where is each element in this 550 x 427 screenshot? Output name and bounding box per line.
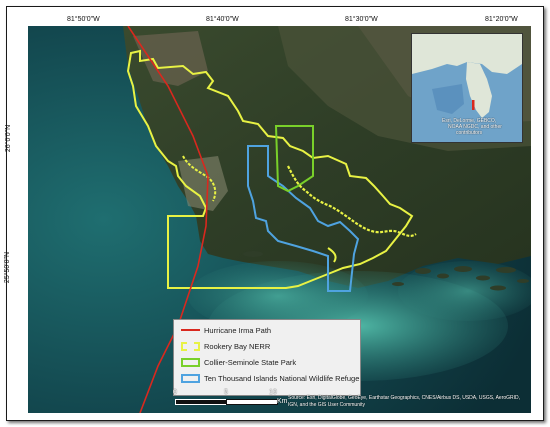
scale-tick-label: 0: [173, 389, 177, 396]
scale-unit-label: Km: [277, 398, 288, 405]
legend-label: Hurricane Irma Path: [204, 325, 272, 335]
scale-segment: [226, 399, 278, 405]
inset-credit-line: contributors: [456, 130, 483, 136]
latitude-label: 25°50'0"N: [4, 251, 12, 284]
map-legend: Hurricane Irma Path Rookery Bay NERR Col…: [173, 319, 361, 396]
box-swatch-icon: [181, 357, 200, 367]
map-figure: 81°50'0"W 81°40'0"W 81°30'0"W 81°20'0"W …: [4, 6, 544, 421]
scale-segment: [175, 399, 227, 405]
line-swatch-icon: [181, 329, 200, 331]
latitude-label: 26°0'0"N: [5, 124, 13, 153]
scale-bar: 0 5 10 Km: [173, 389, 288, 409]
longitude-label: 81°20'0"W: [485, 16, 518, 23]
legend-item-ten-thousand-islands: Ten Thousand Islands National Wildlife R…: [181, 371, 359, 385]
legend-label: Collier-Seminole State Park: [204, 357, 297, 367]
legend-label: Rookery Bay NERR: [204, 341, 271, 351]
box-swatch-icon: [181, 373, 200, 383]
longitude-label: 81°30'0"W: [345, 16, 378, 23]
legend-item-hurricane-path: Hurricane Irma Path: [181, 323, 271, 337]
legend-item-collier-seminole: Collier-Seminole State Park: [181, 355, 296, 369]
satellite-map[interactable]: Esri, DeLorme, GEBCO, NOAA NGDC, and oth…: [28, 26, 531, 413]
basemap-credits: Source: Esri, DigitalGlobe, GeoEye, Eart…: [288, 395, 521, 408]
scale-tick-label: 5: [224, 389, 228, 396]
locator-inset-map[interactable]: Esri, DeLorme, GEBCO, NOAA NGDC, and oth…: [411, 33, 523, 143]
legend-label: Ten Thousand Islands National Wildlife R…: [204, 373, 360, 383]
longitude-label: 81°40'0"W: [206, 16, 239, 23]
scale-tick-label: 10: [269, 389, 277, 396]
legend-item-rookery-bay: Rookery Bay NERR: [181, 339, 270, 353]
longitude-label: 81°50'0"W: [67, 16, 100, 23]
box-swatch-icon: [181, 341, 200, 351]
study-area-marker: [472, 100, 475, 110]
